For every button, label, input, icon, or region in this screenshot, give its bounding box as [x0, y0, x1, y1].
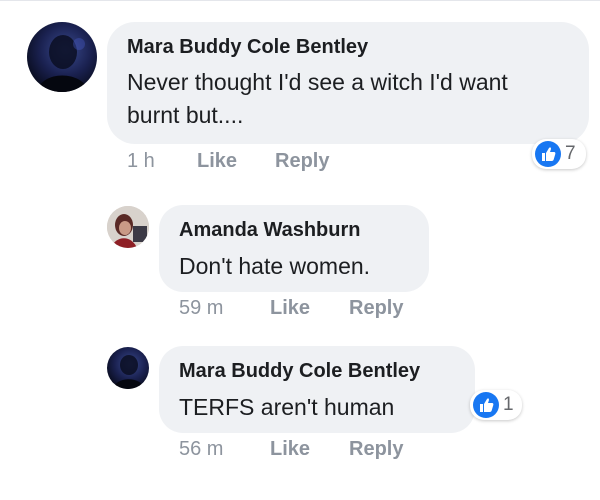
reply-button[interactable]: Reply: [349, 438, 403, 461]
comment-time[interactable]: 59 m: [179, 297, 223, 320]
comment-time[interactable]: 56 m: [179, 438, 223, 461]
like-button[interactable]: Like: [197, 150, 237, 173]
thumbs-up-icon: [535, 141, 561, 167]
like-button[interactable]: Like: [270, 297, 310, 320]
avatar-photo-icon: [107, 206, 149, 248]
comment-author[interactable]: Amanda Washburn: [179, 219, 361, 242]
avatar[interactable]: [107, 347, 149, 389]
reaction-badge[interactable]: 1: [470, 390, 522, 420]
top-divider: [0, 0, 600, 1]
comment-author[interactable]: Mara Buddy Cole Bentley: [179, 360, 420, 383]
comment-text: TERFS aren't human: [179, 394, 395, 420]
avatar-photo-icon: [113, 355, 145, 389]
reaction-count: 7: [565, 143, 576, 164]
reaction-badge[interactable]: 7: [532, 139, 586, 169]
comment-author[interactable]: Mara Buddy Cole Bentley: [127, 36, 368, 59]
comment-time[interactable]: 1 h: [127, 150, 155, 173]
reaction-count: 1: [503, 394, 514, 415]
reply-button[interactable]: Reply: [275, 150, 329, 173]
comment-text: Never thought I'd see a witch I'd want b…: [127, 69, 508, 128]
thumbs-up-icon: [473, 392, 499, 418]
reply-button[interactable]: Reply: [349, 297, 403, 320]
avatar[interactable]: [27, 22, 97, 92]
avatar-photo-icon: [37, 35, 89, 92]
comment-text: Don't hate women.: [179, 253, 371, 279]
avatar[interactable]: [107, 206, 149, 248]
like-button[interactable]: Like: [270, 438, 310, 461]
